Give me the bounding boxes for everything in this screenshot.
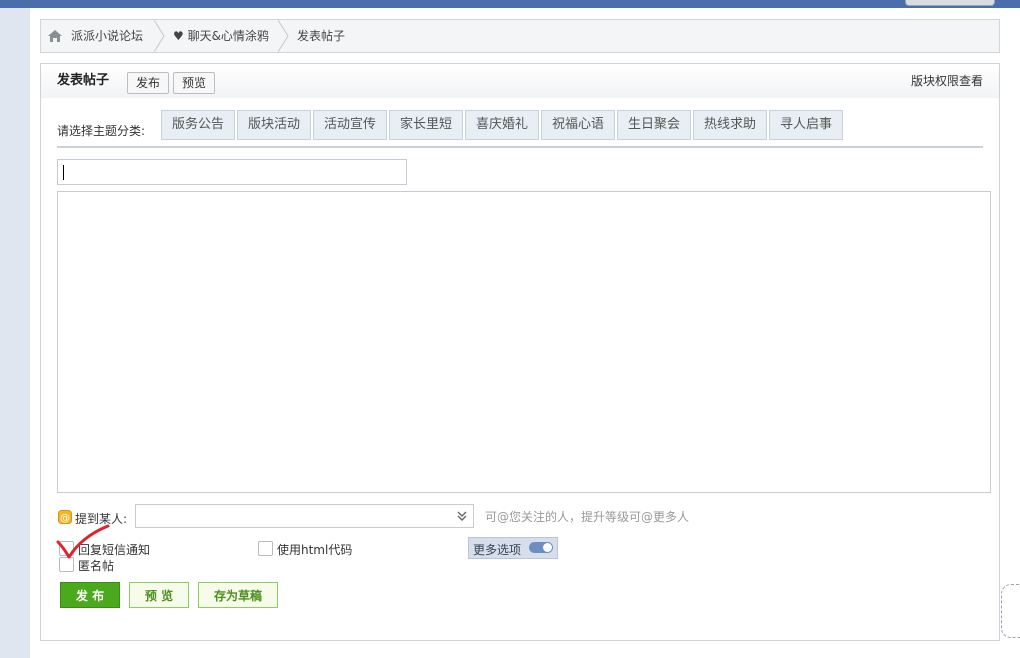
more-options-toggle[interactable]: 更多选项 <box>468 537 558 559</box>
panel-header: 发表帖子 发布 预览 版块权限查看 <box>41 64 999 98</box>
post-panel: 发表帖子 发布 预览 版块权限查看 请选择主题分类: 版务公告 版块活动 活动宣… <box>40 63 1000 641</box>
at-mention-icon: @ <box>58 510 72 524</box>
breadcrumb-separator-icon <box>277 20 289 52</box>
divider <box>57 146 983 148</box>
breadcrumb-item-board[interactable]: ♥ 聊天&心情涂鸦 <box>173 20 269 52</box>
topic-option-birthday[interactable]: 生日聚会 <box>617 110 691 140</box>
more-options-label: 更多选项 <box>473 543 522 557</box>
save-draft-button[interactable]: 存为草稿 <box>198 582 278 608</box>
content-editor[interactable] <box>57 191 991 493</box>
topic-option-blessing[interactable]: 祝福心语 <box>541 110 615 140</box>
topic-option-board-event[interactable]: 版块活动 <box>237 110 311 140</box>
main-content: 派派小说论坛 ♥ 聊天&心情涂鸦 发表帖子 发表帖子 发布 预览 版块权限查看 … <box>30 8 1020 658</box>
top-nav-bar <box>0 0 1020 8</box>
text-caret <box>63 165 64 180</box>
use-html-label: 使用html代码 <box>277 543 353 557</box>
use-html-checkbox[interactable] <box>258 541 273 556</box>
breadcrumb: 派派小说论坛 ♥ 聊天&心情涂鸦 发表帖子 <box>40 19 1000 53</box>
preview-small-button[interactable]: 预览 <box>173 72 215 94</box>
topic-type-label: 请选择主题分类: <box>57 124 146 138</box>
topic-option-gossip[interactable]: 家长里短 <box>389 110 463 140</box>
permission-link[interactable]: 版块权限查看 <box>911 64 983 98</box>
breadcrumb-item-current: 发表帖子 <box>297 29 346 43</box>
mention-hint: 可@您关注的人，提升等级可@更多人 <box>485 510 690 524</box>
topic-option-missing-person[interactable]: 寻人启事 <box>769 110 843 140</box>
topic-option-hotline[interactable]: 热线求助 <box>693 110 767 140</box>
toggle-switch-icon <box>529 542 553 553</box>
home-icon[interactable] <box>47 29 63 43</box>
topic-option-wedding[interactable]: 喜庆婚礼 <box>465 110 539 140</box>
svg-text:@: @ <box>60 513 70 524</box>
topic-option-promotion[interactable]: 活动宣传 <box>313 110 387 140</box>
topic-option-announcement[interactable]: 版务公告 <box>161 110 235 140</box>
side-float-widget[interactable] <box>1001 584 1020 638</box>
preview-button[interactable]: 预 览 <box>129 582 189 608</box>
mention-select[interactable] <box>135 504 474 528</box>
breadcrumb-separator-icon <box>153 20 165 52</box>
panel-title: 发表帖子 <box>57 73 110 88</box>
chevron-down-icon[interactable] <box>455 509 469 523</box>
breadcrumb-item-forum[interactable]: 派派小说论坛 <box>71 20 143 52</box>
red-checkmark-annotation-icon <box>56 524 110 559</box>
publish-button[interactable]: 发 布 <box>60 582 120 608</box>
toggle-knob <box>543 543 552 552</box>
publish-small-button[interactable]: 发布 <box>127 72 169 94</box>
top-nav-button[interactable] <box>905 0 995 6</box>
title-input[interactable] <box>57 159 407 185</box>
